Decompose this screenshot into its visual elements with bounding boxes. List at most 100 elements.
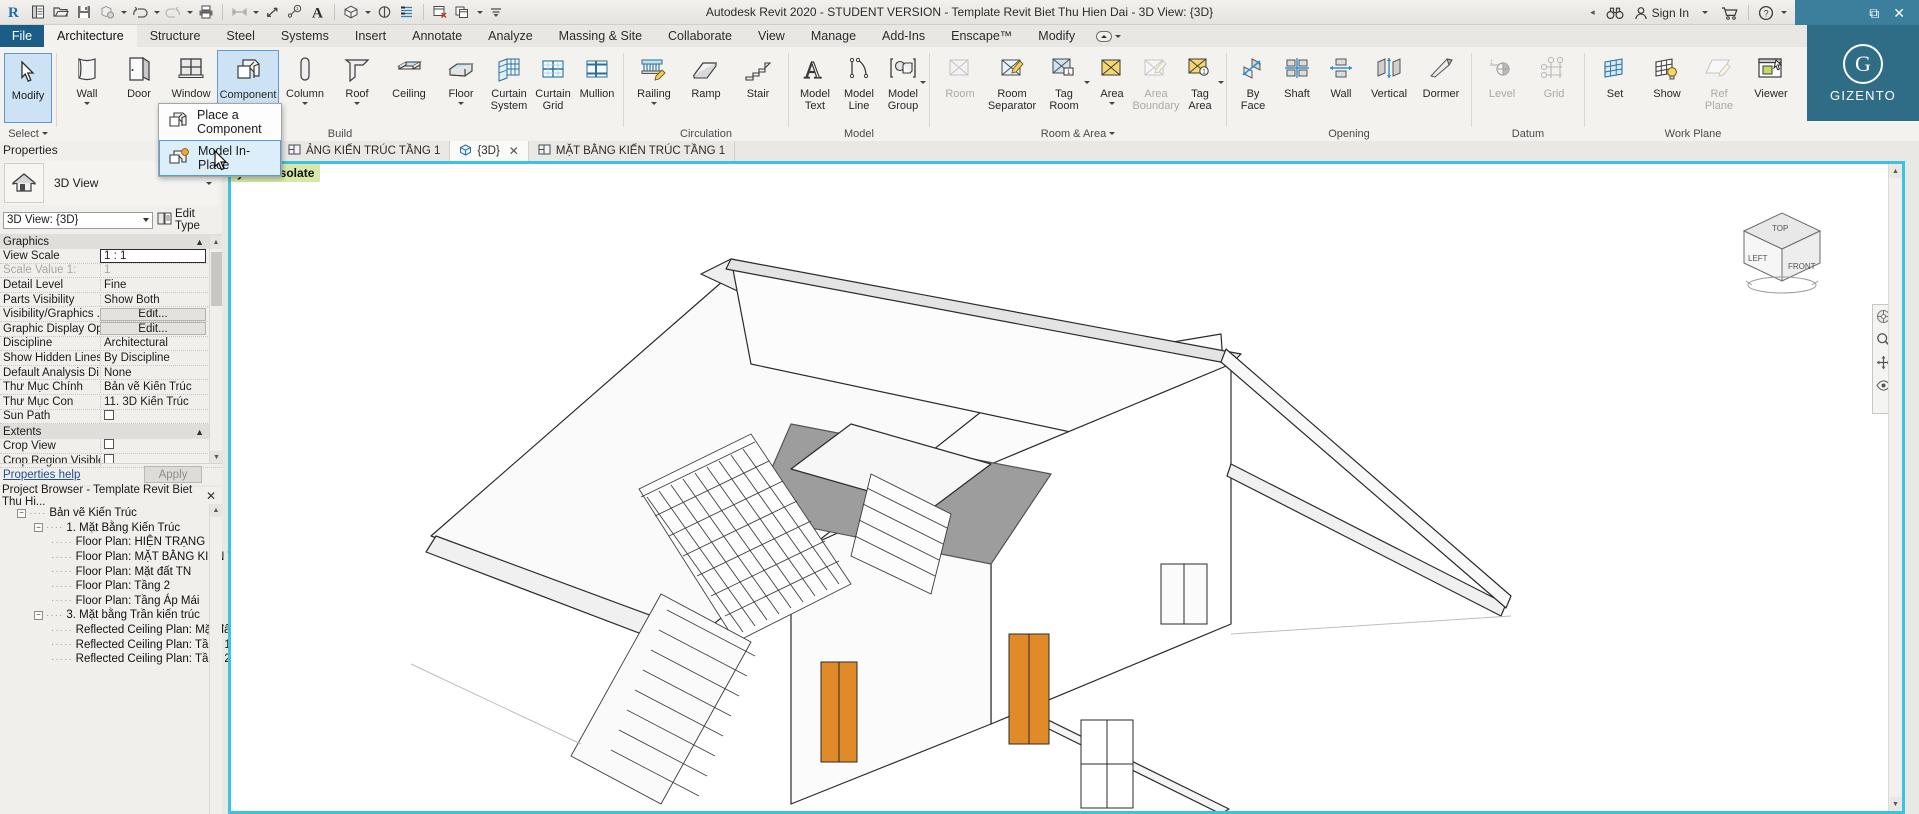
floor-button[interactable]: Floor [435, 50, 487, 105]
redo-dropdown-icon[interactable] [185, 2, 194, 23]
ribbon-collapse-dropdown-icon[interactable] [1115, 35, 1121, 38]
level-button[interactable]: 1 Level [1476, 50, 1528, 101]
floor-dropdown-icon[interactable] [458, 102, 464, 105]
room-area-panel-dropdown-icon[interactable] [1109, 132, 1115, 135]
quick-access-toolbar[interactable]: R 1 A [0, 0, 507, 25]
default-3d-view-icon[interactable] [340, 2, 362, 23]
sun-path-checkbox[interactable] [104, 409, 114, 420]
room-separator-button[interactable]: Room Separator [986, 50, 1038, 112]
column-dropdown-icon[interactable] [302, 102, 308, 105]
tree-node-rcp-tang-2[interactable]: ····· Reflected Ceiling Plan: Tầng 2 [0, 652, 231, 667]
ramp-button[interactable]: Ramp [680, 50, 732, 101]
edit-type-button[interactable]: Edit Type [157, 208, 219, 232]
property-value[interactable] [100, 409, 222, 423]
property-value[interactable]: By Discipline [100, 351, 222, 364]
ceiling-button[interactable]: Ceiling [383, 50, 435, 101]
component-button[interactable]: Component [217, 50, 279, 107]
shopping-cart-icon[interactable] [1716, 0, 1744, 25]
tab-view[interactable]: View [745, 25, 798, 47]
revit-logo-icon[interactable]: R [4, 2, 26, 23]
close-hidden-windows-icon[interactable] [429, 2, 451, 23]
model-line-button[interactable]: Model Line [837, 50, 881, 112]
vertical-opening-button[interactable]: Vertical [1363, 50, 1415, 101]
property-row-thu-muc-chinh[interactable]: Thư Mục Chính Bản vẽ Kiến Trúc [0, 380, 222, 395]
sign-in-dropdown-icon[interactable] [1702, 11, 1708, 14]
ref-plane-button[interactable]: Ref Plane [1693, 50, 1745, 112]
switch-windows-icon[interactable] [452, 2, 474, 23]
tree-node-mat-bang-tran-kien-truc[interactable]: − ···· 3. Mặt bằng Trần kiến trúc [0, 608, 222, 623]
modify-button[interactable]: Modify [4, 53, 52, 123]
model-group-dropdown-icon[interactable] [920, 81, 926, 84]
view-tab-floor-plan-2[interactable]: MẶT BẰNG KIẾN TRÚC TẦNG 1 [529, 141, 736, 161]
scroll-up-icon[interactable]: ▲ [210, 236, 222, 249]
tab-enscape[interactable]: Enscape™ [938, 25, 1025, 47]
tree-node-mat-bang-kien-truc[interactable]: − ···· 1. Mặt Bằng Kiến Trúc [0, 521, 222, 536]
property-value[interactable]: None [100, 366, 222, 379]
mullion-button[interactable]: Mullion [575, 50, 619, 101]
tab-add-ins[interactable]: Add-Ins [869, 25, 938, 47]
help-icon[interactable]: ? [1753, 0, 1779, 25]
wall-button[interactable]: Wall [61, 50, 113, 105]
crop-view-checkbox[interactable] [104, 439, 114, 450]
undo-dropdown-icon[interactable] [152, 2, 161, 23]
property-row-detail-level[interactable]: Detail Level Fine [0, 278, 222, 293]
tab-analyze[interactable]: Analyze [475, 25, 545, 47]
restore-window-button[interactable]: ⧉ [1869, 6, 1879, 20]
save-as-dropdown-icon[interactable] [119, 2, 128, 23]
component-dropdown-menu[interactable]: Place a Component Model In-Place [158, 103, 282, 177]
expand-toggle-icon[interactable]: − [34, 523, 43, 533]
open-file-icon[interactable] [50, 2, 72, 23]
help-dropdown-icon[interactable] [1781, 11, 1787, 14]
expand-toggle-icon[interactable]: − [17, 508, 26, 518]
measure-dropdown-icon[interactable] [251, 2, 260, 23]
tree-node-floor-plan-hien-trang[interactable]: ····· Floor Plan: HIỆN TRẠNG [0, 535, 222, 550]
ribbon-minimize-control[interactable] [1088, 25, 1129, 47]
project-browser-tree[interactable]: − ···· Bản vẽ Kiến Trúc − ···· 1. Mặt Bằ… [0, 504, 251, 667]
undo-icon[interactable] [129, 2, 151, 23]
menu-item-place-a-component[interactable]: Place a Component [159, 104, 281, 140]
property-row-show-hidden-lines[interactable]: Show Hidden Lines By Discipline [0, 351, 222, 366]
search-binoculars-icon[interactable] [1601, 0, 1629, 25]
sign-in-button[interactable]: Sign In [1629, 0, 1694, 25]
properties-preview-dropdown-icon[interactable] [206, 182, 212, 185]
redo-icon[interactable] [162, 2, 184, 23]
ribbon-tab-bar[interactable]: File Architecture Structure Steel System… [0, 25, 1919, 47]
thin-lines-icon[interactable] [396, 2, 418, 23]
wall-dropdown-icon[interactable] [84, 102, 90, 105]
property-row-discipline[interactable]: Discipline Architectural [0, 337, 222, 352]
room-button[interactable]: Room [934, 50, 986, 101]
tree-node-floor-plan-mat-bang[interactable]: ····· Floor Plan: MẶT BẰNG KIẾN TRÚ [0, 550, 251, 565]
curtain-grid-button[interactable]: Curtain Grid [531, 50, 575, 112]
expand-toggle-icon[interactable]: − [34, 610, 43, 620]
roof-dropdown-icon[interactable] [354, 102, 360, 105]
tab-massing-and-site[interactable]: Massing & Site [546, 25, 655, 47]
tab-annotate[interactable]: Annotate [399, 25, 475, 47]
property-value[interactable]: Bản vẽ Kiến Trúc [100, 381, 222, 394]
text-icon[interactable]: A [307, 2, 329, 23]
tab-systems[interactable]: Systems [268, 25, 342, 47]
property-row-sun-path[interactable]: Sun Path [0, 409, 222, 425]
property-row-graphic-display-options[interactable]: Graphic Display Op... Edit... [0, 322, 222, 337]
curtain-system-button[interactable]: Curtain System [487, 50, 531, 112]
collapse-arrow-icon[interactable]: ◂ [1590, 7, 1595, 18]
tab-modify[interactable]: Modify [1025, 25, 1088, 47]
view-tab-3d[interactable]: {3D} ✕ [450, 141, 529, 161]
property-value[interactable]: 1 : 1 [100, 248, 206, 263]
model-group-button[interactable]: Model Group [881, 50, 925, 112]
print-icon[interactable] [195, 2, 217, 23]
work-plane-viewer-button[interactable]: Viewer [1745, 50, 1797, 101]
tree-node-rcp-tang-1[interactable]: ····· Reflected Ceiling Plan: Tầng 1 [0, 637, 231, 652]
set-work-plane-button[interactable]: Set [1589, 50, 1641, 101]
tab-manage[interactable]: Manage [798, 25, 869, 47]
scroll-thumb[interactable] [211, 252, 222, 306]
save-icon[interactable] [73, 2, 95, 23]
tree-node-rcp-mat-dat[interactable]: ····· Reflected Ceiling Plan: Mặt đất [0, 623, 234, 638]
property-row-view-scale[interactable]: View Scale 1 : 1 [0, 248, 222, 264]
tree-node-floor-plan-tang-2[interactable]: ····· Floor Plan: Tầng 2 [0, 579, 222, 594]
customize-qat-icon[interactable] [485, 2, 507, 23]
switch-windows-dropdown-icon[interactable] [475, 2, 484, 23]
window-controls[interactable]: ⧉ ✕ [1795, 0, 1919, 25]
tree-node-floor-plan-tang-ap-mai[interactable]: ····· Floor Plan: Tầng Áp Mái [0, 594, 222, 609]
properties-help-link[interactable]: Properties help [0, 469, 80, 481]
property-value[interactable]: 11. 3D Kiến Trúc [100, 395, 222, 408]
